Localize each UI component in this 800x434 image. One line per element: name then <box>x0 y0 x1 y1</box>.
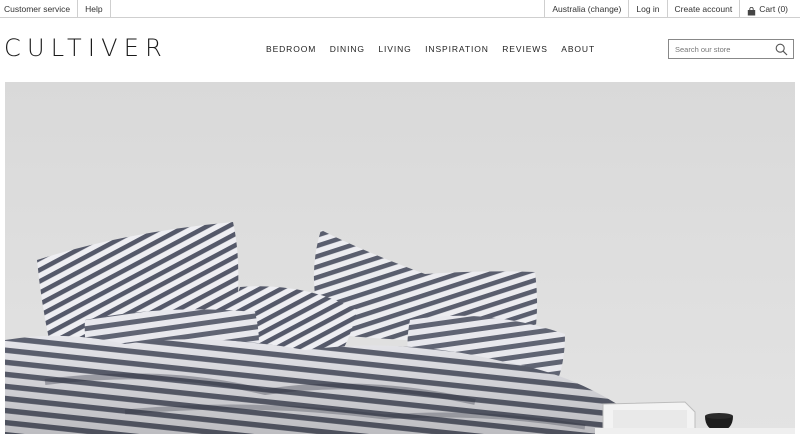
hero-image[interactable] <box>5 82 795 434</box>
shopping-bag-icon <box>747 5 756 15</box>
site-logo[interactable]: CULTIVER <box>4 34 168 62</box>
nav-item-about[interactable]: ABOUT <box>561 44 595 54</box>
nav-item-inspiration[interactable]: INSPIRATION <box>425 44 489 54</box>
search-icon[interactable] <box>775 43 788 56</box>
utility-right-links: Australia (change) Log in Create account… <box>544 0 800 18</box>
search-input[interactable] <box>669 41 769 57</box>
create-account-link[interactable]: Create account <box>666 0 740 18</box>
search-box <box>668 39 794 59</box>
login-link[interactable]: Log in <box>628 0 666 18</box>
utility-left-links: Customer service Help <box>0 0 111 18</box>
nav-item-living[interactable]: LIVING <box>378 44 411 54</box>
main-nav: BEDROOM DINING LIVING INSPIRATION REVIEW… <box>266 44 609 54</box>
nav-item-dining[interactable]: DINING <box>330 44 365 54</box>
nav-item-bedroom[interactable]: BEDROOM <box>266 44 316 54</box>
nav-item-reviews[interactable]: REVIEWS <box>502 44 548 54</box>
help-link[interactable]: Help <box>78 0 111 18</box>
cart-link[interactable]: Cart (0) <box>739 0 800 18</box>
cart-label: Cart (0) <box>759 3 788 14</box>
utility-bar: Customer service Help Australia (change)… <box>0 0 800 18</box>
region-selector-link[interactable]: Australia (change) <box>544 0 628 18</box>
striped-linen-bedding-photo <box>5 82 795 434</box>
customer-service-link[interactable]: Customer service <box>0 0 79 18</box>
